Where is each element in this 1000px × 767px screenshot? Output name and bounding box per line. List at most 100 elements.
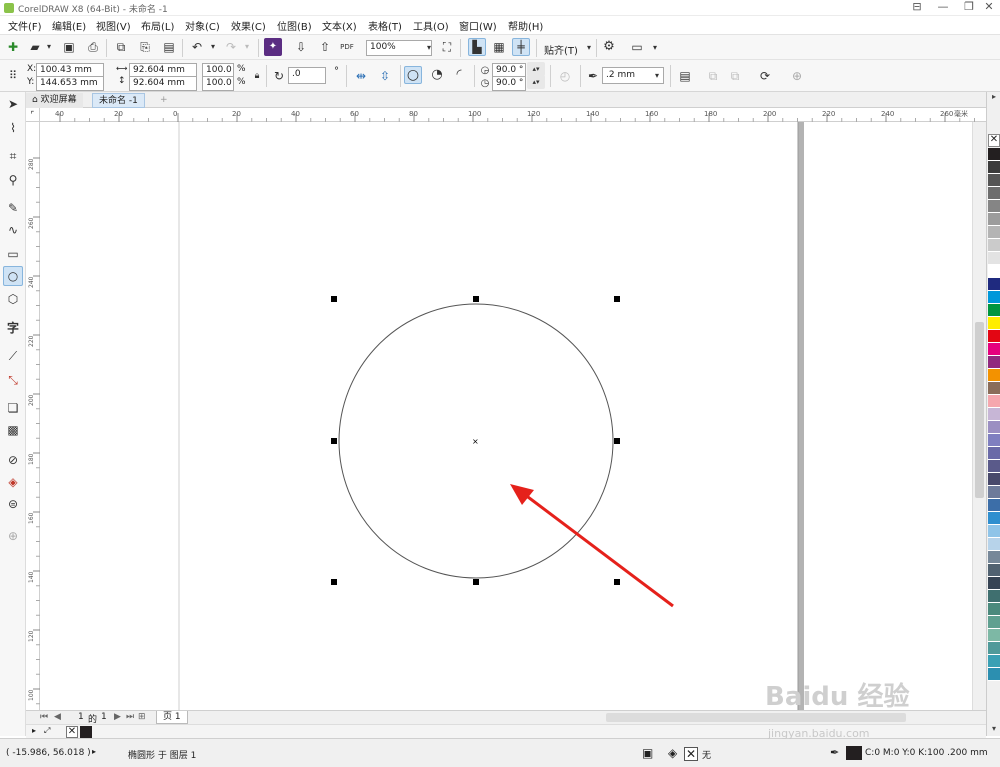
- add-tab-button[interactable]: +: [154, 93, 174, 108]
- palette-swatch[interactable]: [988, 629, 1000, 642]
- palette-swatch[interactable]: [988, 551, 1000, 564]
- selection-handle-right[interactable]: [614, 438, 620, 444]
- ellipse-mode-icon[interactable]: ○: [404, 66, 422, 84]
- palette-swatch[interactable]: [988, 265, 1000, 278]
- palette-swatch[interactable]: [988, 291, 1000, 304]
- palette-swatch[interactable]: [988, 512, 1000, 525]
- parallel-dimension-tool-icon[interactable]: ⟋: [3, 346, 23, 366]
- show-rulers-icon[interactable]: ▙: [468, 38, 486, 56]
- palette-swatch[interactable]: [988, 278, 1000, 291]
- open-dropdown-icon[interactable]: ▾: [40, 38, 58, 56]
- palette-swatch[interactable]: [988, 213, 1000, 226]
- copy-icon[interactable]: ⎘: [136, 38, 154, 56]
- palette-swatch[interactable]: [988, 330, 1000, 343]
- trim-icon[interactable]: ⧉: [704, 67, 722, 85]
- palette-scroll-up-icon[interactable]: ▸: [988, 92, 1000, 106]
- palette-swatch[interactable]: [988, 434, 1000, 447]
- palette-swatch[interactable]: [988, 161, 1000, 174]
- menu-layout[interactable]: 布局(L): [141, 18, 174, 33]
- show-grid-icon[interactable]: ▦: [490, 38, 508, 56]
- publish-pdf-icon[interactable]: PDF: [338, 38, 356, 56]
- horizontal-scroll-thumb[interactable]: [606, 713, 906, 722]
- next-page-icon[interactable]: ▶: [114, 712, 121, 722]
- zoom-tool-icon[interactable]: ⚲: [3, 170, 23, 190]
- first-page-icon[interactable]: ⏮: [40, 712, 48, 722]
- convert-to-curves-icon[interactable]: ⟳: [756, 67, 774, 85]
- selection-handle-bottom-right[interactable]: [614, 579, 620, 585]
- palette-swatch[interactable]: [988, 369, 1000, 382]
- palette-swatch[interactable]: [988, 590, 1000, 603]
- undo-dropdown-icon[interactable]: ▾: [204, 38, 222, 56]
- menu-edit[interactable]: 编辑(E): [52, 18, 86, 33]
- height-field[interactable]: 92.604 mm: [129, 76, 197, 91]
- palette-swatch[interactable]: [988, 564, 1000, 577]
- zoom-dropdown-icon[interactable]: ▾: [420, 39, 438, 57]
- palette-swatch[interactable]: [988, 382, 1000, 395]
- menu-object[interactable]: 对象(C): [185, 18, 220, 33]
- document-black-swatch[interactable]: [80, 726, 92, 738]
- lock-ratio-icon[interactable]: 🔒︎: [248, 67, 266, 85]
- palette-swatch[interactable]: [988, 148, 1000, 161]
- ruler-origin-icon[interactable]: ⌜: [26, 108, 40, 122]
- palette-swatch[interactable]: [988, 187, 1000, 200]
- palette-swatch[interactable]: [988, 226, 1000, 239]
- palette-swatch[interactable]: [988, 577, 1000, 590]
- last-page-icon[interactable]: ⏭: [126, 712, 134, 722]
- palette-swatch[interactable]: [988, 174, 1000, 187]
- snap-to-menu[interactable]: 贴齐(T): [544, 42, 578, 57]
- selection-handle-top-left[interactable]: [331, 296, 337, 302]
- palette-swatch[interactable]: [988, 616, 1000, 629]
- rectangle-tool-icon[interactable]: ▭: [3, 244, 23, 264]
- print-icon[interactable]: ⎙: [84, 38, 102, 56]
- quick-customize-icon[interactable]: ⊕: [3, 526, 23, 546]
- menu-table[interactable]: 表格(T): [368, 18, 402, 33]
- full-screen-icon[interactable]: ⛶: [438, 38, 456, 56]
- menu-text[interactable]: 文本(X): [322, 18, 357, 33]
- palette-swatch[interactable]: [988, 538, 1000, 551]
- palette-swatch[interactable]: [988, 473, 1000, 486]
- shape-tool-icon[interactable]: ⌇: [3, 118, 23, 138]
- color-proof-icon[interactable]: ▣: [642, 746, 653, 760]
- launcher-dropdown-icon[interactable]: ▾: [646, 39, 664, 57]
- end-angle-spinner-icon[interactable]: ▴▾: [527, 75, 545, 89]
- document-palette-eyedropper-icon[interactable]: ⤢: [44, 726, 50, 736]
- palette-scroll-down-icon[interactable]: ▾: [988, 724, 1000, 736]
- palette-swatch[interactable]: [988, 486, 1000, 499]
- transparency-tool-icon[interactable]: ▩: [3, 420, 23, 440]
- horizontal-ruler[interactable]: 40 20 0 20 40 60 80 100 120 140 160 180 200 220 240 260…: [26, 108, 990, 122]
- weld-icon[interactable]: ⧉: [726, 67, 744, 85]
- drop-shadow-tool-icon[interactable]: ❏: [3, 398, 23, 418]
- selection-handle-bottom[interactable]: [473, 579, 479, 585]
- close-button[interactable]: ✕: [976, 0, 1000, 16]
- export-icon[interactable]: ⇧: [316, 38, 334, 56]
- menu-file[interactable]: 文件(F): [8, 18, 42, 33]
- palette-swatch[interactable]: [988, 317, 1000, 330]
- selection-handle-left[interactable]: [331, 438, 337, 444]
- palette-swatch[interactable]: [988, 668, 1000, 681]
- freehand-tool-icon[interactable]: ✎: [3, 198, 23, 218]
- account-icon[interactable]: ⊟: [904, 0, 930, 16]
- menu-help[interactable]: 帮助(H): [508, 18, 543, 33]
- show-guidelines-icon[interactable]: ╪: [512, 38, 530, 56]
- palette-swatch[interactable]: [988, 642, 1000, 655]
- vertical-scroll-thumb[interactable]: [975, 322, 984, 498]
- end-angle-field[interactable]: 90.0 °: [492, 76, 526, 91]
- start-angle-spinner-icon[interactable]: ▴▾: [527, 62, 545, 76]
- scale-y-field[interactable]: 100.0: [202, 76, 234, 91]
- ellipse-tool-icon[interactable]: ○: [3, 266, 23, 286]
- palette-swatch[interactable]: [988, 460, 1000, 473]
- menu-tools[interactable]: 工具(O): [413, 18, 449, 33]
- palette-swatch[interactable]: [988, 252, 1000, 265]
- text-wrap-icon[interactable]: ▤: [676, 67, 694, 85]
- eyedropper-tool-icon[interactable]: ⊘: [3, 450, 23, 470]
- polygon-tool-icon[interactable]: ⬡: [3, 289, 23, 309]
- add-property-icon[interactable]: ⊕: [788, 67, 806, 85]
- crop-tool-icon[interactable]: ⌗: [3, 146, 23, 166]
- mirror-horizontal-icon[interactable]: ⇹: [352, 67, 370, 85]
- drawing-canvas[interactable]: × Baidu 经验: [40, 122, 986, 712]
- text-tool-icon[interactable]: 字: [3, 318, 23, 338]
- palette-swatch[interactable]: [988, 499, 1000, 512]
- pick-tool-icon[interactable]: ➤: [3, 94, 23, 114]
- y-position-field[interactable]: 144.653 mm: [36, 76, 104, 91]
- redo-dropdown-icon[interactable]: ▾: [238, 38, 256, 56]
